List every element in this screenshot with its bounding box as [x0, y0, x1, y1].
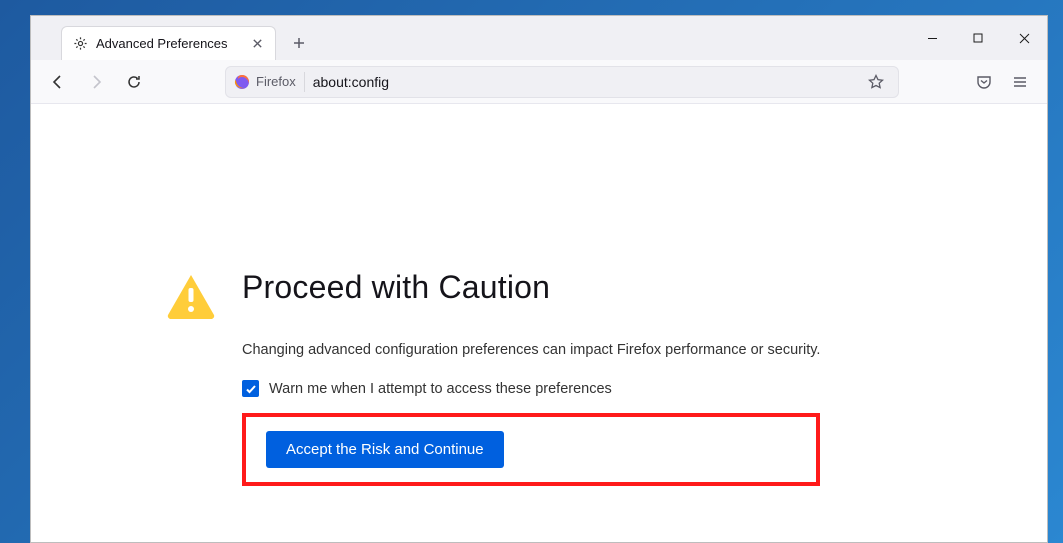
warn-checkbox-label: Warn me when I attempt to access these p… [269, 381, 612, 397]
window-close-button[interactable] [1001, 22, 1047, 54]
app-menu-button[interactable] [1003, 66, 1037, 98]
bookmark-star-icon[interactable] [862, 68, 890, 96]
annotation-highlight: Accept the Risk and Continue [242, 413, 820, 486]
warning-icon [166, 273, 216, 324]
new-tab-button[interactable] [284, 28, 314, 58]
page-title: Proceed with Caution [242, 269, 820, 306]
firefox-icon [234, 74, 250, 90]
caution-panel: Proceed with Caution Changing advanced c… [166, 269, 926, 486]
tab-advanced-preferences[interactable]: Advanced Preferences [61, 26, 276, 60]
firefox-window: Advanced Preferences [30, 15, 1048, 543]
gear-icon [72, 36, 88, 52]
tab-title: Advanced Preferences [96, 36, 241, 51]
window-maximize-button[interactable] [955, 22, 1001, 54]
identity-label: Firefox [256, 74, 296, 89]
url-text: about:config [313, 74, 854, 90]
identity-box[interactable]: Firefox [234, 72, 305, 92]
back-button[interactable] [41, 66, 75, 98]
warn-checkbox[interactable] [242, 380, 259, 397]
nav-toolbar: Firefox about:config [31, 60, 1047, 104]
tab-bar: Advanced Preferences [31, 16, 1047, 60]
page-description: Changing advanced configuration preferen… [242, 342, 820, 358]
page-content: Proceed with Caution Changing advanced c… [31, 104, 1047, 542]
url-bar[interactable]: Firefox about:config [225, 66, 899, 98]
accept-risk-button[interactable]: Accept the Risk and Continue [266, 431, 504, 468]
window-controls [909, 16, 1047, 60]
reload-button[interactable] [117, 66, 151, 98]
tab-close-icon[interactable] [249, 36, 265, 52]
save-to-pocket-button[interactable] [967, 66, 1001, 98]
window-minimize-button[interactable] [909, 22, 955, 54]
forward-button[interactable] [79, 66, 113, 98]
